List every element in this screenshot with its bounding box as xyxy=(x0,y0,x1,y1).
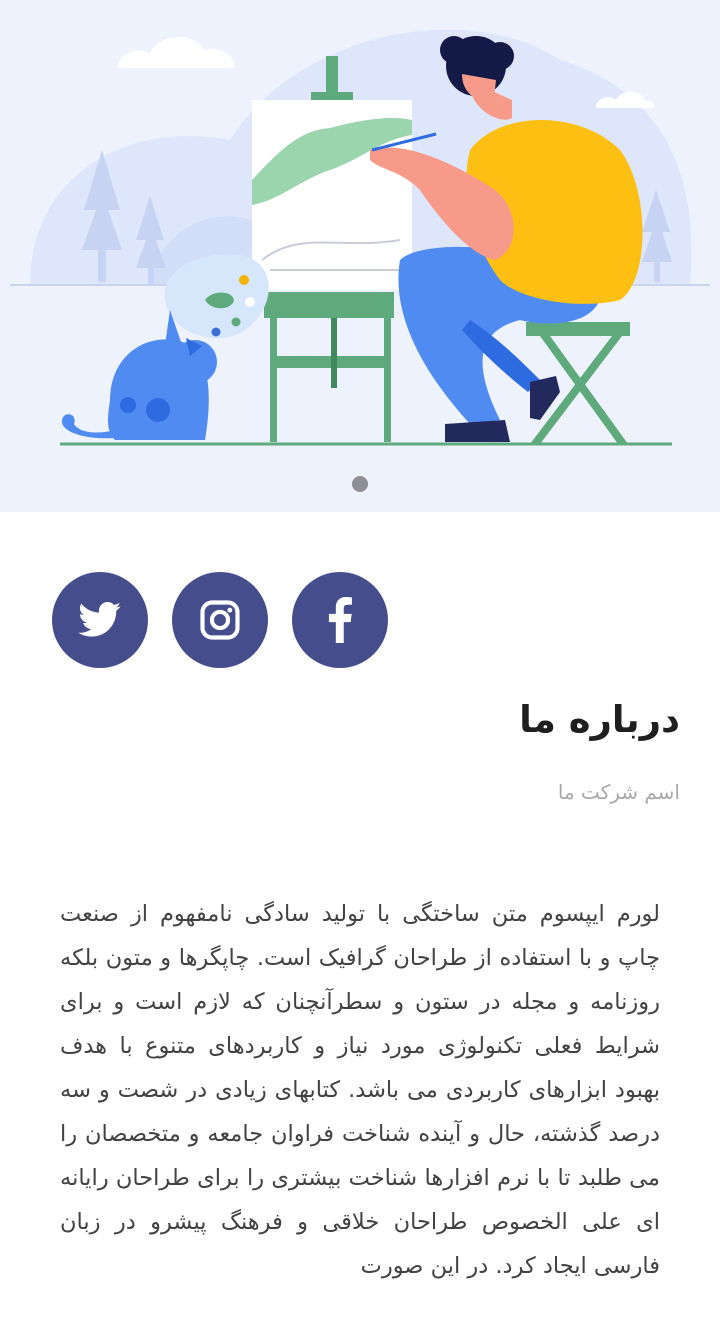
social-links xyxy=(52,572,392,668)
twitter-icon xyxy=(78,602,121,637)
facebook-button[interactable] xyxy=(292,572,388,668)
hero-banner xyxy=(0,0,720,512)
carousel-dot[interactable] xyxy=(352,476,368,492)
instagram-button[interactable] xyxy=(172,572,268,668)
page-title: درباره ما xyxy=(519,698,680,741)
instagram-icon xyxy=(200,600,240,640)
facebook-icon xyxy=(328,597,352,643)
painter-illustration xyxy=(10,29,710,446)
twitter-button[interactable] xyxy=(52,572,148,668)
about-body-text: لورم ایپسوم متن ساختگی با تولید سادگی نا… xyxy=(60,901,660,1279)
company-name: اسم شرکت ما xyxy=(557,780,680,804)
